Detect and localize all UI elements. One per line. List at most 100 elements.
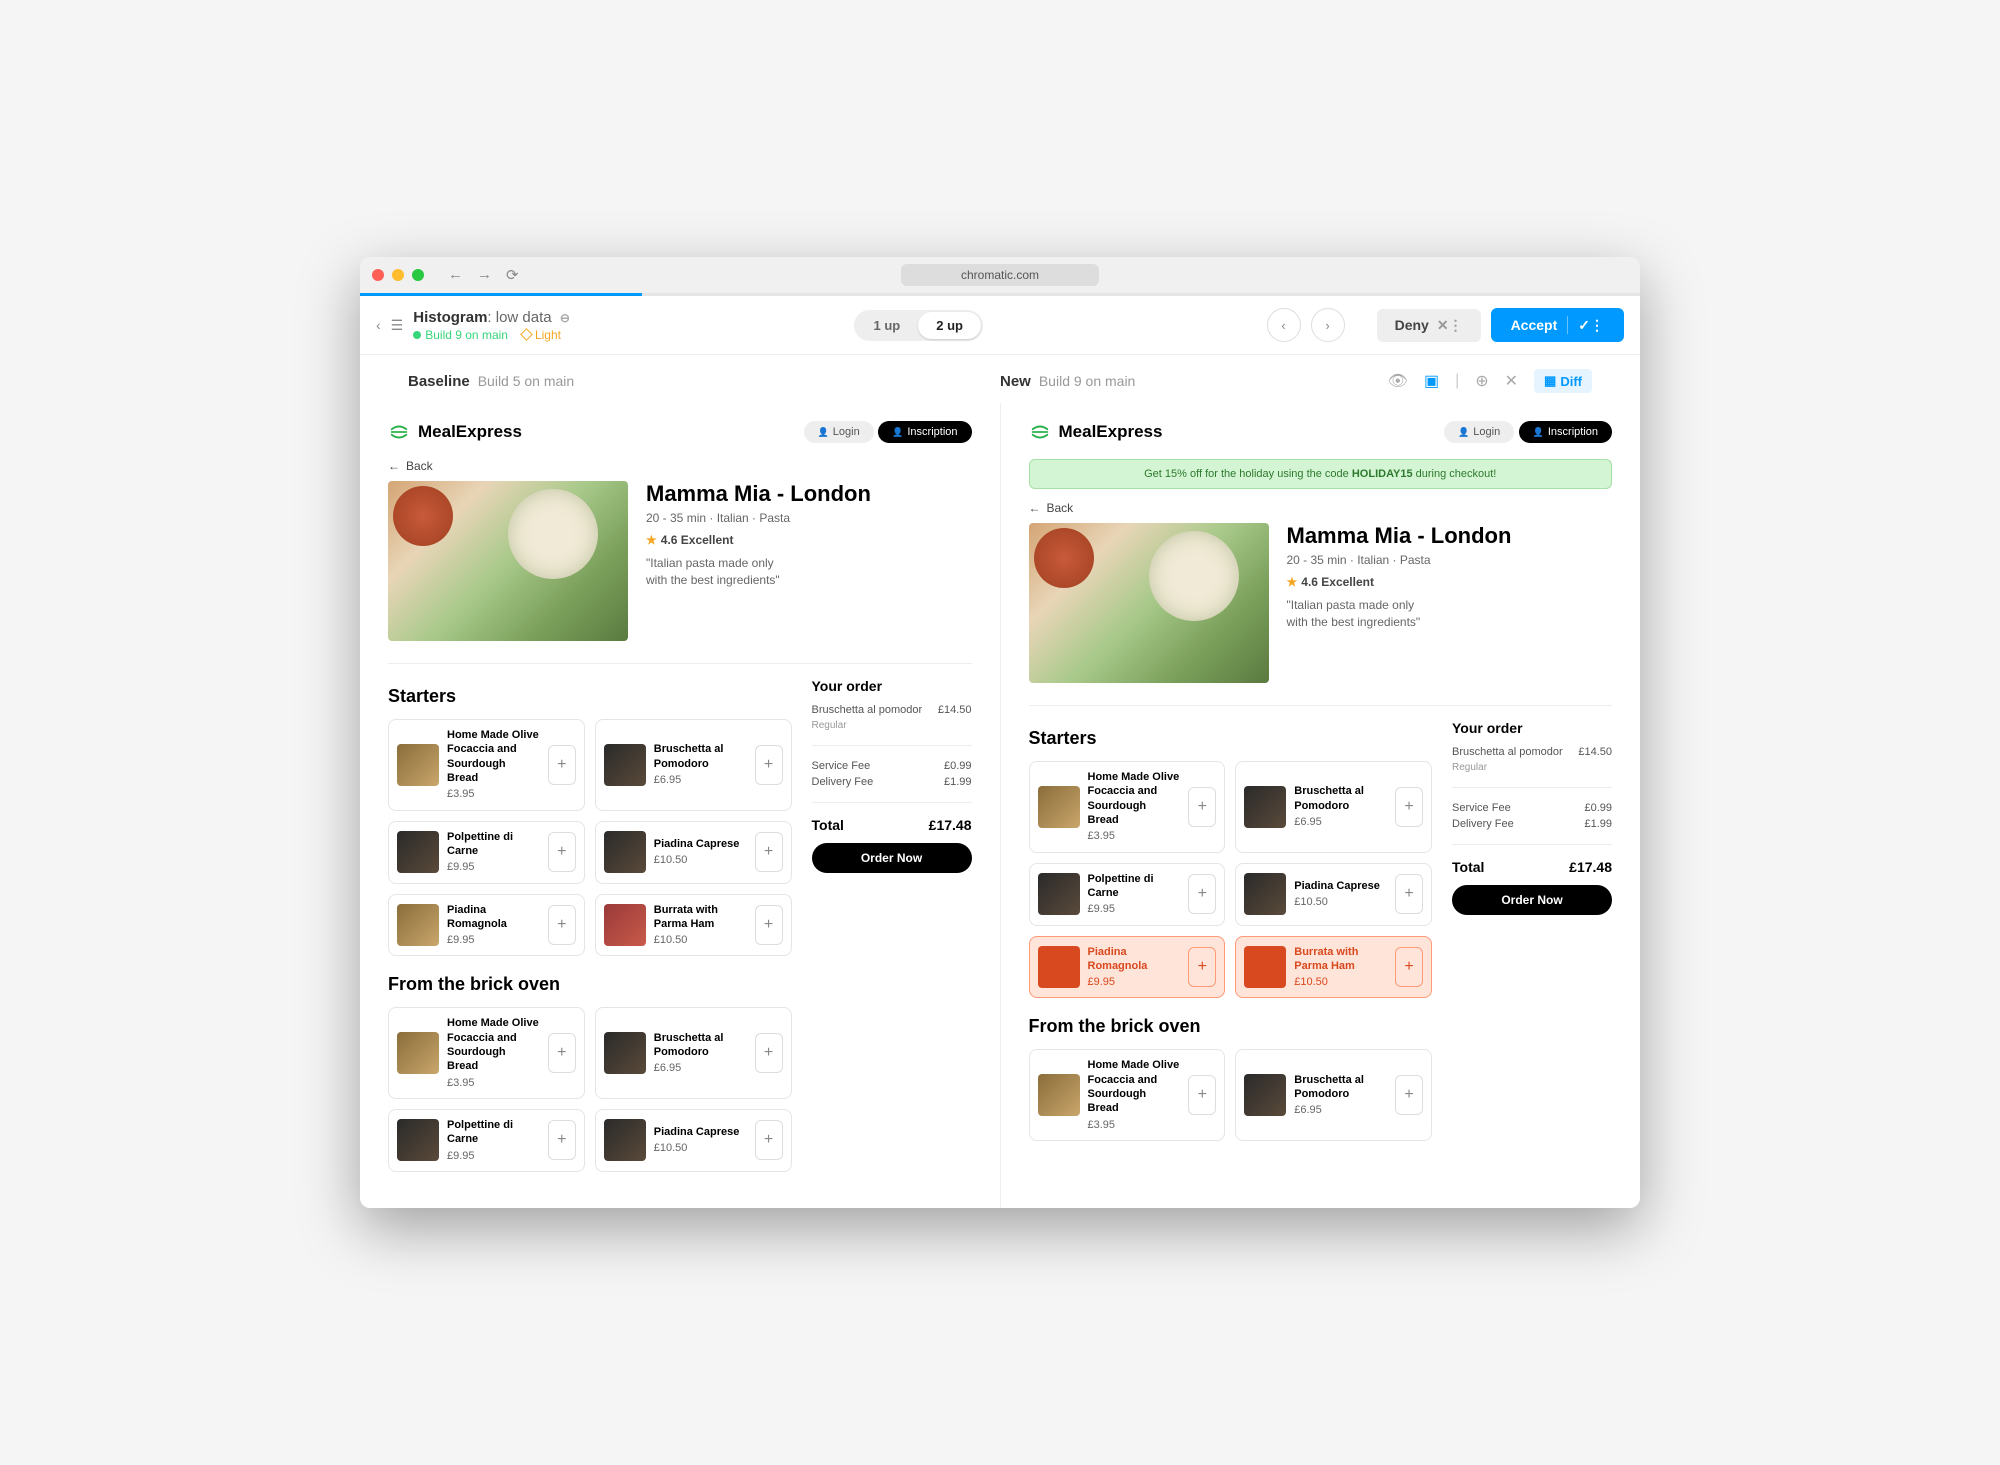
new-label: New	[1000, 373, 1031, 390]
view-toggle: 1 up 2 up	[854, 310, 983, 341]
food-thumb	[1244, 873, 1286, 915]
back-link[interactable]: ← Back	[388, 459, 972, 473]
back-link[interactable]: ← Back	[1029, 501, 1613, 515]
menu-item: Piadina Romagnola£9.95 +	[388, 894, 585, 957]
menu-item-diff: Burrata with Parma Ham£10.50 +	[1235, 936, 1432, 999]
focus-icon[interactable]: ▣	[1424, 371, 1439, 391]
menu-item: Piadina Caprese£10.50 +	[1235, 863, 1432, 926]
view-2up-button[interactable]: 2 up	[918, 312, 981, 339]
prev-story-button[interactable]: ‹	[1267, 308, 1301, 342]
add-item-button[interactable]: +	[755, 1120, 783, 1160]
food-thumb	[1038, 1074, 1080, 1116]
close-window-icon[interactable]	[372, 269, 384, 281]
promo-banner: Get 15% off for the holiday using the co…	[1029, 459, 1613, 489]
add-item-button[interactable]: +	[548, 905, 576, 945]
browser-reload-icon[interactable]: ⟳	[506, 266, 519, 284]
list-icon[interactable]: ☰	[391, 317, 402, 334]
add-item-button[interactable]: +	[1188, 947, 1216, 987]
add-item-button[interactable]: +	[1395, 787, 1423, 827]
deny-button[interactable]: Deny ✕⋮	[1377, 309, 1481, 342]
section-starters: Starters	[388, 686, 792, 707]
menu-item: Home Made Olive Focaccia and Sourdough B…	[388, 1007, 585, 1098]
address-bar[interactable]: chromatic.com	[901, 264, 1099, 286]
add-item-button[interactable]: +	[1188, 787, 1216, 827]
menu-item: Polpettine di Carne£9.95 +	[388, 1109, 585, 1172]
order-now-button[interactable]: Order Now	[1452, 885, 1612, 915]
food-thumb	[1038, 946, 1080, 988]
food-thumb	[604, 904, 646, 946]
menu-item: Bruschetta al Pomodoro£6.95 +	[1235, 761, 1432, 852]
add-item-button[interactable]: +	[755, 1033, 783, 1073]
add-item-button[interactable]: +	[1395, 874, 1423, 914]
order-service-fee: Service Fee£0.99	[812, 760, 972, 772]
star-icon: ★	[646, 533, 657, 547]
signup-button[interactable]: 👤Inscription	[1519, 421, 1612, 443]
menu-item-diff: Piadina Romagnola£9.95 +	[1029, 936, 1226, 999]
strike-icon[interactable]: ✕	[1505, 371, 1518, 391]
food-thumb	[397, 744, 439, 786]
minimize-window-icon[interactable]	[392, 269, 404, 281]
login-button[interactable]: 👤Login	[1444, 421, 1514, 443]
food-thumb	[397, 1119, 439, 1161]
add-item-button[interactable]: +	[1188, 1075, 1216, 1115]
menu-item: Polpettine di Carne£9.95 +	[388, 821, 585, 884]
baseline-pane: MealExpress 👤Login 👤Inscription ← Back M…	[360, 403, 1000, 1208]
baseline-label: Baseline	[408, 373, 470, 390]
view-1up-button[interactable]: 1 up	[856, 312, 919, 339]
story-meta: Build 9 on main Light	[413, 328, 570, 342]
app-brand: MealExpress	[1029, 421, 1163, 443]
maximize-window-icon[interactable]	[412, 269, 424, 281]
accept-button[interactable]: Accept ✓⋮	[1491, 308, 1624, 342]
target-icon[interactable]: ⊕	[1475, 371, 1488, 391]
story-menu-icon[interactable]: ⊖	[560, 311, 570, 325]
login-button[interactable]: 👤Login	[804, 421, 874, 443]
add-item-button[interactable]: +	[1188, 874, 1216, 914]
app-brand: MealExpress	[388, 421, 522, 443]
browser-forward-icon[interactable]: →	[477, 266, 492, 284]
arrow-left-icon: ←	[1029, 501, 1041, 515]
next-story-button[interactable]: ›	[1311, 308, 1345, 342]
diff-toggle[interactable]: ▦ Diff	[1534, 369, 1592, 393]
add-item-button[interactable]: +	[1395, 947, 1423, 987]
food-thumb	[1244, 786, 1286, 828]
add-item-button[interactable]: +	[755, 745, 783, 785]
add-item-button[interactable]: +	[755, 905, 783, 945]
star-icon: ★	[1287, 575, 1298, 589]
menu-item: Home Made Olive Focaccia and Sourdough B…	[388, 719, 585, 810]
add-item-button[interactable]: +	[548, 832, 576, 872]
menu-item: Home Made Olive Focaccia and Sourdough B…	[1029, 1049, 1226, 1140]
food-thumb	[397, 831, 439, 873]
baseline-build: Build 5 on main	[478, 373, 575, 389]
food-thumb	[604, 1032, 646, 1074]
order-now-button[interactable]: Order Now	[812, 843, 972, 873]
restaurant-tagline: "Italian pasta made only with the best i…	[1287, 597, 1512, 631]
restaurant-hero-image	[388, 481, 628, 641]
food-thumb	[1244, 946, 1286, 988]
burger-logo-icon	[1029, 421, 1051, 443]
restaurant-name: Mamma Mia - London	[1287, 523, 1512, 549]
arrow-left-icon: ←	[388, 459, 400, 473]
browser-titlebar: ← → ⟳ chromatic.com	[360, 257, 1640, 293]
menu-item: Piadina Caprese£10.50 +	[595, 1109, 792, 1172]
signup-button[interactable]: 👤Inscription	[878, 421, 971, 443]
food-thumb	[604, 1119, 646, 1161]
food-thumb	[604, 831, 646, 873]
add-item-button[interactable]: +	[755, 832, 783, 872]
hide-icon[interactable]: 👁	[1388, 371, 1408, 391]
add-item-button[interactable]: +	[548, 1033, 576, 1073]
add-item-button[interactable]: +	[548, 745, 576, 785]
collapse-icon[interactable]: ‹	[376, 317, 381, 333]
order-total: Total£17.48	[1452, 859, 1612, 875]
section-brick-oven: From the brick oven	[388, 974, 792, 995]
add-item-button[interactable]: +	[548, 1120, 576, 1160]
add-item-button[interactable]: +	[1395, 1075, 1423, 1115]
restaurant-rating: ★ 4.6 Excellent	[1287, 575, 1512, 589]
food-thumb	[1038, 786, 1080, 828]
food-thumb	[397, 1032, 439, 1074]
browser-back-icon[interactable]: ←	[448, 266, 463, 284]
restaurant-hero-image	[1029, 523, 1269, 683]
menu-item: Polpettine di Carne£9.95 +	[1029, 863, 1226, 926]
order-line-item: Bruschetta al pomodor£14.50	[812, 704, 972, 716]
diff-icon: ▦	[1544, 373, 1556, 389]
new-pane: MealExpress 👤Login 👤Inscription Get 15% …	[1000, 403, 1641, 1208]
